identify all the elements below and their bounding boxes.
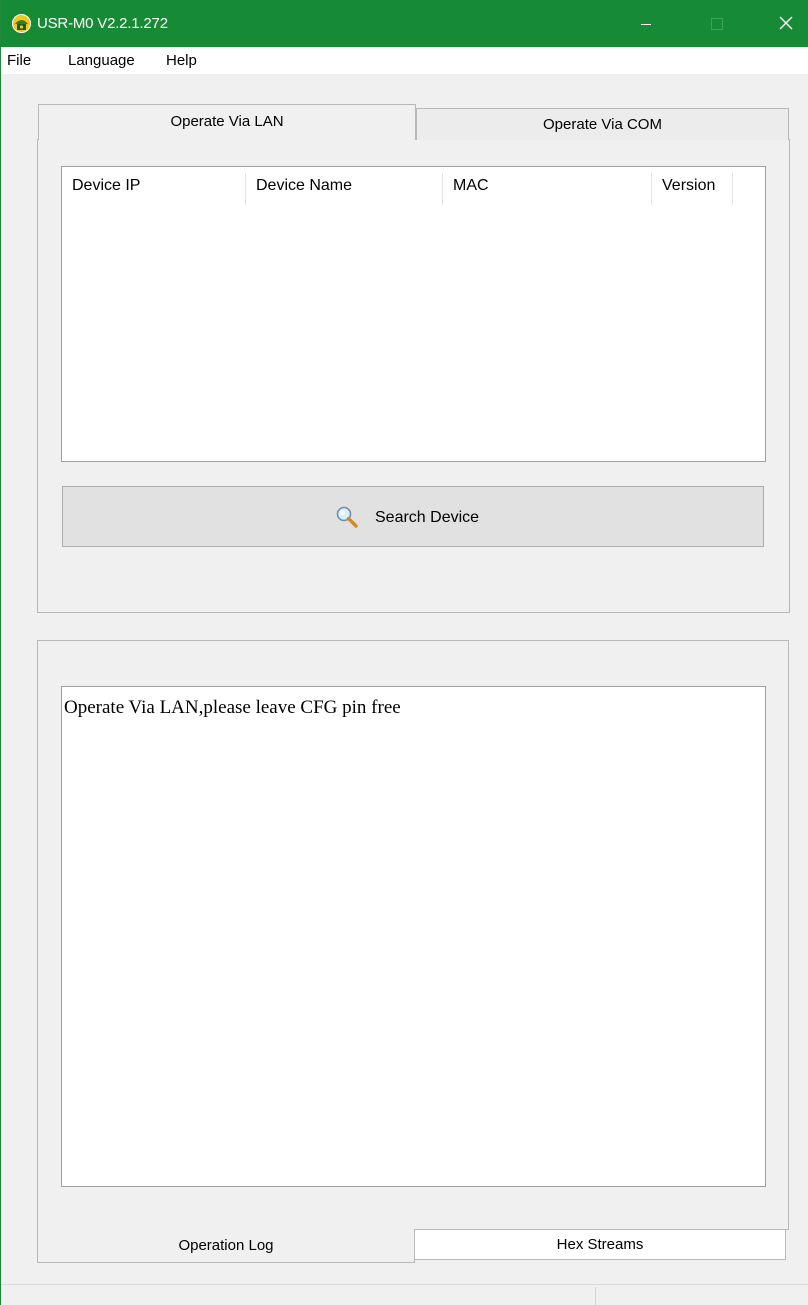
operation-log-textbox[interactable]: Operate Via LAN,please leave CFG pin fre… bbox=[61, 686, 766, 1187]
menu-bar: File Language Help bbox=[1, 47, 808, 74]
app-logo-icon bbox=[12, 14, 31, 33]
status-separator bbox=[595, 1287, 596, 1305]
menu-file[interactable]: File bbox=[7, 52, 31, 70]
column-header-device-name[interactable]: Device Name bbox=[246, 167, 443, 207]
device-list[interactable]: Device IP Device Name MAC Version bbox=[61, 166, 766, 462]
column-header-device-ip[interactable]: Device IP bbox=[62, 167, 246, 207]
column-header-mac[interactable]: MAC bbox=[443, 167, 652, 207]
tab-operation-log[interactable]: Operation Log bbox=[37, 1229, 415, 1263]
menu-language[interactable]: Language bbox=[68, 52, 135, 70]
magnifier-icon bbox=[336, 506, 358, 528]
maximize-icon[interactable] bbox=[693, 0, 739, 47]
menu-help[interactable]: Help bbox=[166, 52, 197, 70]
tab-hex-streams[interactable]: Hex Streams bbox=[414, 1229, 786, 1260]
app-window: USR-M0 V2.2.1.272 File Language Help Ope… bbox=[0, 0, 808, 1305]
tab-operate-via-com[interactable]: Operate Via COM bbox=[416, 108, 789, 140]
column-header-version[interactable]: Version bbox=[652, 167, 733, 207]
search-device-label: Search Device bbox=[375, 509, 480, 526]
title-bar[interactable]: USR-M0 V2.2.1.272 bbox=[1, 0, 808, 47]
close-icon[interactable] bbox=[763, 0, 808, 47]
minimize-icon[interactable] bbox=[623, 0, 669, 47]
window-title: USR-M0 V2.2.1.272 bbox=[37, 15, 168, 32]
device-list-header: Device IP Device Name MAC Version bbox=[62, 167, 765, 207]
tab-operate-via-lan[interactable]: Operate Via LAN bbox=[38, 104, 416, 140]
search-device-button[interactable]: Search Device bbox=[62, 486, 764, 547]
status-bar bbox=[1, 1284, 808, 1305]
operation-log-text: Operate Via LAN,please leave CFG pin fre… bbox=[64, 697, 401, 718]
